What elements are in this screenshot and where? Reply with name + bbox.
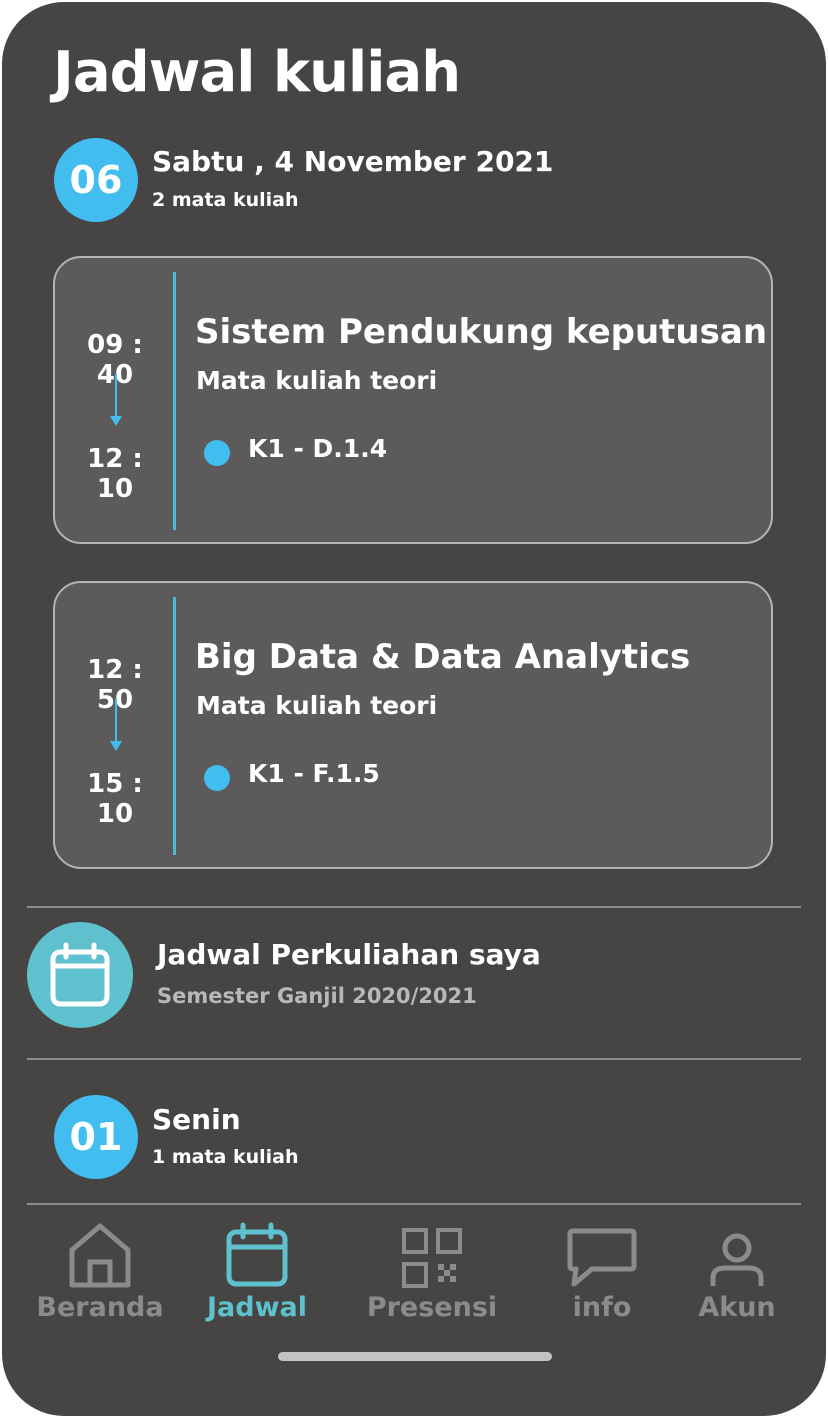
bottom-nav-divider: [27, 1203, 801, 1205]
nav-label: Beranda: [36, 1292, 164, 1323]
nav-akun[interactable]: Akun: [682, 1218, 792, 1323]
nav-label: Jadwal: [206, 1292, 307, 1323]
nav-jadwal[interactable]: Jadwal: [192, 1218, 322, 1323]
course-end-time: 15 : 10: [87, 769, 143, 829]
timeline-divider: [173, 597, 176, 855]
section-divider: [27, 906, 801, 908]
calendar-icon: [27, 922, 133, 1028]
course-card[interactable]: 09 : 40 12 : 10 Sistem Pendukung keputus…: [53, 256, 773, 544]
nav-presensi[interactable]: Presensi: [357, 1218, 507, 1323]
course-room: K1 - F.1.5: [248, 759, 380, 788]
course-end-time: 12 : 10: [87, 444, 143, 504]
phone-screen: Jadwal kuliah 06 Sabtu , 4 November 2021…: [2, 2, 826, 1416]
course-name: Big Data & Data Analytics: [195, 637, 691, 677]
arrow-down-icon: [110, 699, 122, 751]
nav-label: info: [572, 1292, 632, 1323]
calendar-icon: [192, 1218, 322, 1288]
chat-icon: [547, 1218, 657, 1288]
timeline-divider: [173, 272, 176, 530]
section-divider: [27, 1058, 801, 1060]
my-schedule-semester: Semester Ganjil 2020/2021: [157, 984, 477, 1008]
course-name: Sistem Pendukung keputusan: [195, 312, 768, 352]
nav-label: Akun: [698, 1292, 776, 1323]
day-course-count: 2 mata kuliah: [152, 189, 299, 211]
course-card[interactable]: 12 : 50 15 : 10 Big Data & Data Analytic…: [53, 581, 773, 869]
qr-code-icon: [357, 1218, 507, 1288]
course-type: Mata kuliah teori: [196, 366, 438, 395]
day-course-count: 1 mata kuliah: [152, 1146, 299, 1168]
arrow-down-icon: [110, 374, 122, 426]
day-number-badge: 01: [54, 1095, 138, 1179]
nav-label: Presensi: [366, 1292, 498, 1323]
course-type: Mata kuliah teori: [196, 691, 438, 720]
user-icon: [682, 1218, 792, 1288]
day-label: Senin: [152, 1103, 241, 1136]
page-title: Jadwal kuliah: [53, 40, 461, 105]
home-indicator[interactable]: [278, 1352, 552, 1361]
room-dot-icon: [204, 765, 230, 791]
day-date-label: Sabtu , 4 November 2021: [152, 145, 554, 178]
nav-beranda[interactable]: Beranda: [30, 1218, 170, 1323]
home-icon: [30, 1218, 170, 1288]
nav-info[interactable]: info: [547, 1218, 657, 1323]
my-schedule-title: Jadwal Perkuliahan saya: [157, 938, 541, 971]
day-number-badge: 06: [54, 138, 138, 222]
course-room: K1 - D.1.4: [248, 434, 388, 463]
room-dot-icon: [204, 440, 230, 466]
